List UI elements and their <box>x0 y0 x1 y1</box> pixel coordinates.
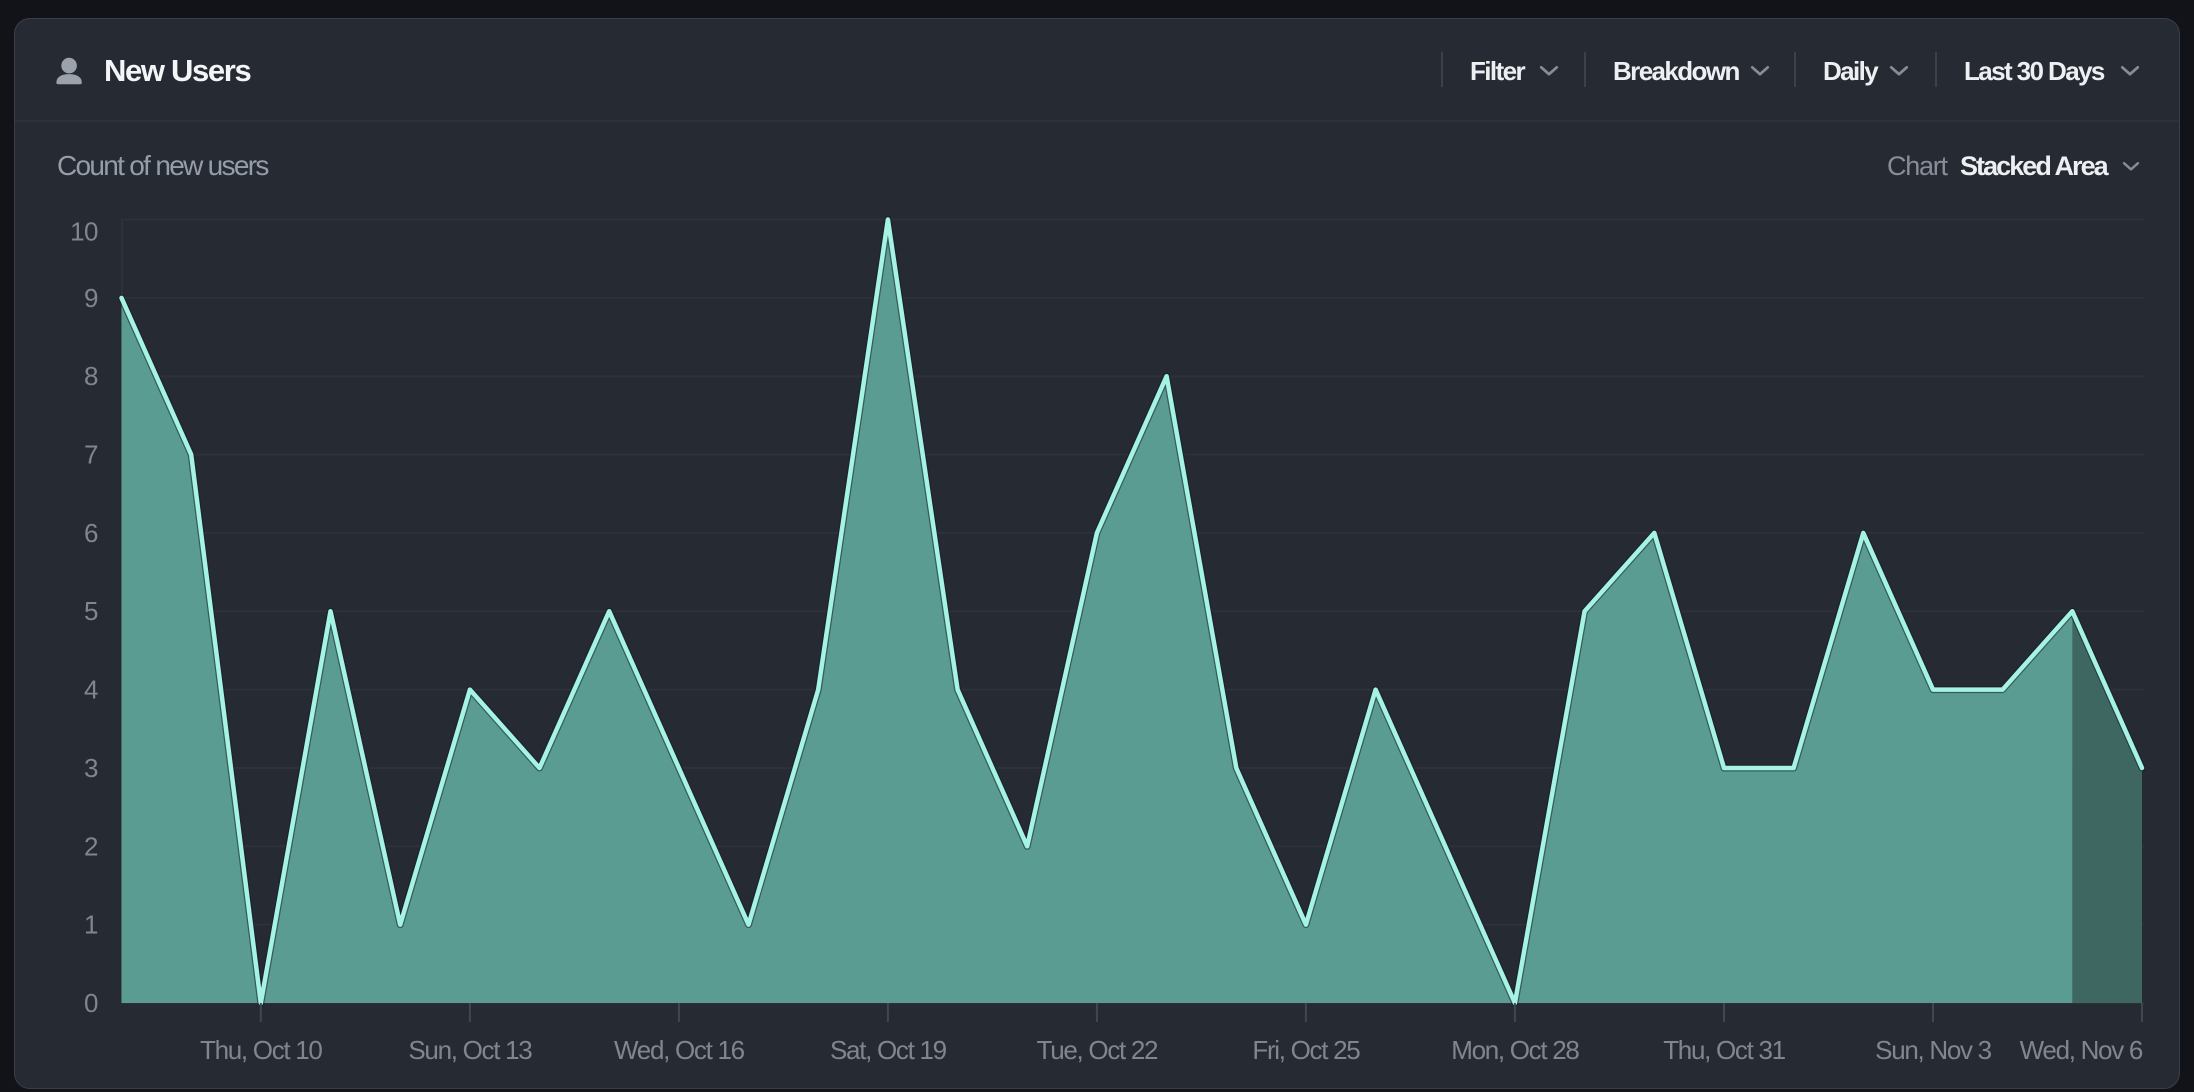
svg-text:Tue, Oct 22: Tue, Oct 22 <box>1037 1035 1158 1065</box>
svg-text:4: 4 <box>84 675 98 705</box>
svg-text:Wed, Nov 6: Wed, Nov 6 <box>2020 1035 2143 1065</box>
svg-text:7: 7 <box>84 440 98 470</box>
svg-text:Fri, Oct 25: Fri, Oct 25 <box>1252 1035 1360 1065</box>
svg-text:Thu, Oct 10: Thu, Oct 10 <box>200 1035 322 1065</box>
svg-text:Thu, Oct 31: Thu, Oct 31 <box>1663 1035 1785 1065</box>
svg-text:5: 5 <box>84 596 98 626</box>
svg-text:Wed, Oct 16: Wed, Oct 16 <box>614 1035 745 1065</box>
svg-text:9: 9 <box>84 283 98 313</box>
svg-text:0: 0 <box>84 988 98 1018</box>
svg-text:Mon, Oct 28: Mon, Oct 28 <box>1451 1035 1579 1065</box>
svg-text:Sun, Nov 3: Sun, Nov 3 <box>1875 1035 1991 1065</box>
svg-text:6: 6 <box>84 518 98 548</box>
svg-text:Sat, Oct 19: Sat, Oct 19 <box>830 1035 947 1065</box>
svg-text:2: 2 <box>84 831 98 861</box>
svg-text:Sun, Oct 13: Sun, Oct 13 <box>408 1035 532 1065</box>
svg-text:8: 8 <box>84 361 98 391</box>
svg-text:1: 1 <box>84 910 98 940</box>
svg-text:10: 10 <box>70 217 98 247</box>
svg-text:3: 3 <box>84 753 98 783</box>
